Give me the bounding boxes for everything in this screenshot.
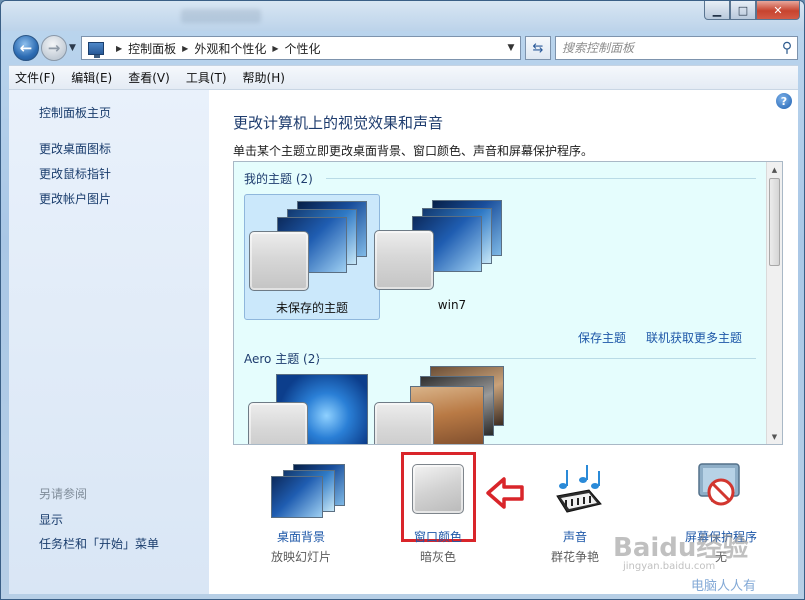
screensaver-icon [698, 463, 740, 506]
theme-tile-aero-windows7[interactable] [244, 374, 380, 444]
menu-bar: 文件(F) 编辑(E) 查看(V) 工具(T) 帮助(H) [9, 65, 798, 89]
sidebar: 控制面板主页 更改桌面图标 更改鼠标指针 更改帐户图片 另请参阅 显示 任务栏和… [9, 90, 209, 594]
window-color-swatch [249, 231, 309, 291]
save-theme-link[interactable]: 保存主题 [578, 329, 626, 346]
control-panel-icon [88, 41, 104, 58]
desktop-background-item[interactable]: 桌面背景 放映幻灯片 [245, 452, 357, 564]
page-title: 更改计算机上的视觉效果和声音 [233, 114, 444, 132]
watermark-url: jingyan.baidu.com [623, 561, 716, 572]
theme-tile-win7[interactable]: win7 [374, 194, 520, 320]
title-bar[interactable]: ▁ □ ✕ [1, 1, 804, 31]
menu-file[interactable]: 文件(F) [15, 69, 55, 86]
sidebar-change-account-picture[interactable]: 更改帐户图片 [39, 190, 111, 207]
sidebar-control-panel-home[interactable]: 控制面板主页 [39, 104, 111, 121]
search-icon[interactable]: ⚲ [777, 40, 797, 56]
forward-button[interactable]: → [41, 35, 67, 61]
back-button[interactable]: ← [13, 35, 39, 61]
window-color-swatch [374, 230, 434, 290]
blurred-title [181, 9, 261, 23]
window-color-swatch [374, 402, 434, 444]
refresh-icon: ⇆ [532, 40, 544, 56]
help-icon[interactable]: ? [776, 93, 792, 109]
refresh-button[interactable]: ⇆ [525, 36, 551, 60]
menu-edit[interactable]: 编辑(E) [71, 69, 112, 86]
menu-tools[interactable]: 工具(T) [186, 69, 227, 86]
sidebar-taskbar-start-menu[interactable]: 任务栏和「开始」菜单 [39, 535, 159, 552]
theme-label: win7 [437, 298, 467, 312]
gallery-scrollbar[interactable]: ▲ ▼ [766, 162, 782, 444]
recent-pages-dropdown-icon[interactable]: ▼ [69, 43, 76, 53]
search-input[interactable] [556, 41, 777, 55]
get-more-themes-link[interactable]: 联机获取更多主题 [646, 329, 742, 346]
group-divider [326, 178, 756, 179]
breadcrumb-chevron-icon[interactable]: ▶ [182, 44, 188, 53]
client-area: 控制面板主页 更改桌面图标 更改鼠标指针 更改帐户图片 另请参阅 显示 任务栏和… [9, 89, 798, 594]
scroll-thumb[interactable] [769, 178, 780, 266]
maximize-button[interactable]: □ [730, 1, 756, 20]
page-subtitle: 单击某个主题立即更改桌面背景、窗口颜色、声音和屏幕保护程序。 [233, 144, 594, 158]
address-dropdown-icon[interactable]: ▼ [502, 43, 520, 53]
forward-arrow-icon: → [47, 39, 61, 57]
window-color-icon [412, 464, 464, 514]
theme-tile-unsaved[interactable]: 未保存的主题 [244, 194, 380, 320]
watermark-brand: Baidu经验 [613, 533, 749, 563]
navigation-bar: ← → ▼ ▶ 控制面板 ▶ 外观和个性化 ▶ 个性化 ▼ ⇆ ⚲ [9, 33, 798, 61]
group-divider [318, 358, 756, 359]
desktop-background-label[interactable]: 桌面背景 [245, 528, 357, 545]
breadcrumb-personalization[interactable]: 个性化 [285, 40, 321, 57]
sidebar-change-desktop-icons[interactable]: 更改桌面图标 [39, 140, 111, 157]
minimize-button[interactable]: ▁ [704, 1, 730, 20]
desktop-background-value: 放映幻灯片 [270, 550, 331, 564]
breadcrumb-appearance[interactable]: 外观和个性化 [194, 40, 266, 57]
my-themes-header: 我的主题 (2) [244, 172, 313, 186]
menu-help[interactable]: 帮助(H) [243, 69, 285, 86]
see-also-heading: 另请参阅 [39, 487, 88, 501]
theme-label: 未保存的主题 [275, 301, 348, 315]
back-arrow-icon: ← [19, 39, 33, 57]
scroll-up-icon[interactable]: ▲ [767, 162, 782, 177]
watermark-slogan: 电脑人人有 [691, 579, 757, 594]
breadcrumb-chevron-icon[interactable]: ▶ [116, 44, 122, 53]
explorer-window: ▁ □ ✕ ← → ▼ ▶ 控制面板 ▶ 外观和个性化 ▶ 个性化 ▼ ⇆ ⚲ … [0, 0, 805, 600]
menu-view[interactable]: 查看(V) [128, 69, 170, 86]
sidebar-change-mouse-pointers[interactable]: 更改鼠标指针 [39, 165, 111, 182]
main-panel: ? 更改计算机上的视觉效果和声音 单击某个主题立即更改桌面背景、窗口颜色、声音和… [209, 90, 798, 594]
breadcrumb-control-panel[interactable]: 控制面板 [128, 40, 176, 57]
scroll-down-icon[interactable]: ▼ [767, 429, 782, 444]
window-color-label[interactable]: 窗口颜色 [382, 528, 494, 545]
wallpaper-thumbnail [271, 476, 323, 518]
window-color-swatch [248, 402, 308, 444]
window-color-value: 暗灰色 [419, 550, 456, 564]
window-controls: ▁ □ ✕ [704, 1, 800, 20]
aero-themes-header: Aero 主题 (2) [244, 352, 321, 366]
sound-icon [556, 465, 602, 513]
close-button[interactable]: ✕ [756, 1, 800, 20]
theme-gallery: 我的主题 (2) 未保存的主题 win7 保存主题 联机获取更多主题 Aero … [233, 161, 783, 445]
breadcrumb-chevron-icon[interactable]: ▶ [272, 44, 278, 53]
search-box: ⚲ [555, 36, 798, 60]
address-bar[interactable]: ▶ 控制面板 ▶ 外观和个性化 ▶ 个性化 ▼ [81, 36, 521, 60]
theme-tile-aero-landscapes[interactable] [374, 366, 520, 444]
window-color-item[interactable]: 窗口颜色 暗灰色 [382, 452, 494, 564]
sidebar-display[interactable]: 显示 [39, 511, 63, 528]
